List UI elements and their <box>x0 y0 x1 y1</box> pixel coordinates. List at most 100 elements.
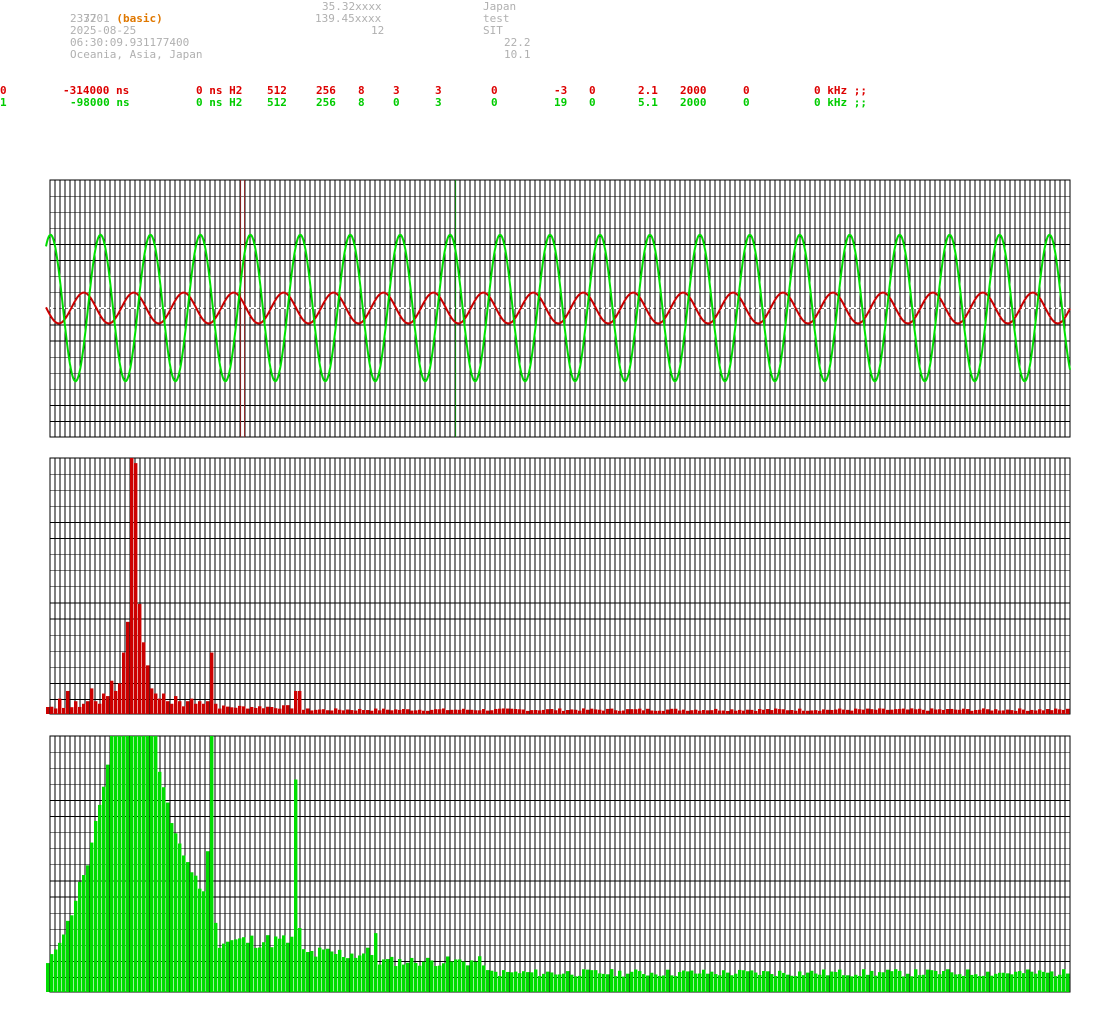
charts-canvas <box>45 179 1071 993</box>
spectrum-0-bar <box>646 708 650 714</box>
spectrum-0-bar <box>570 709 574 714</box>
spectrum-1-bar <box>910 976 914 992</box>
spectrum-1-bar <box>342 957 346 992</box>
spectrum-1-bar <box>566 971 570 992</box>
spectrum-0-bar <box>906 709 910 714</box>
spectrum-0-bar <box>330 710 334 714</box>
spectrum-1-bar <box>158 771 162 992</box>
spectrum-1-bar <box>990 975 994 992</box>
spectrum-1-bar <box>102 786 106 992</box>
spectrum-0-bar <box>50 706 54 714</box>
spectrum-0-bar <box>1050 710 1054 714</box>
spectrum-0-bar <box>690 710 694 714</box>
spectrum-0-bar <box>1054 708 1058 714</box>
spectrum-1-bar <box>798 971 802 992</box>
spectrum-1-bar <box>582 969 586 992</box>
spectrum-1-bar <box>430 960 434 992</box>
spectrum-1-bar <box>926 969 930 992</box>
spectrum-1-bar <box>62 934 66 992</box>
spectrum-0-bar <box>846 709 850 714</box>
spectrum-0-bar <box>214 703 218 714</box>
spectrum-0-bar <box>454 709 458 714</box>
spectrum-1-bar <box>554 974 558 992</box>
spectrum-1-bar <box>774 976 778 992</box>
spectrum-0-bar <box>162 693 166 714</box>
spectrum-1-bar <box>686 971 690 992</box>
spectrum-1-bar <box>646 975 650 992</box>
spectrum-0-bar <box>238 705 242 714</box>
spectrum-0-bar <box>410 710 414 714</box>
spectrum-0-bar <box>902 708 906 714</box>
spectrum-0-bar <box>674 708 678 714</box>
spectrum-0-bar <box>978 709 982 714</box>
spectrum-0-bar <box>270 707 274 714</box>
spectrum-1-bar <box>722 970 726 992</box>
spectrum-0-bar <box>226 706 230 714</box>
spectrum-1-bar <box>962 975 966 992</box>
spectrum-0-bar <box>998 710 1002 714</box>
spectrum-1-bar <box>298 928 302 992</box>
spectrum-0-bar <box>234 707 238 714</box>
spectrum-0-bar <box>342 710 346 714</box>
spectrum-0-bar <box>802 710 806 714</box>
spectrum-1-bar <box>558 974 562 992</box>
spectrum-1-bar <box>610 969 614 992</box>
spectrum-1-bar <box>378 964 382 992</box>
spectrum-0-bar <box>294 690 298 714</box>
spectrum-0-bar <box>450 709 454 714</box>
spectrum-0-bar <box>850 710 854 714</box>
spectrum-0-bar <box>806 710 810 714</box>
spectrum-0-bar <box>390 710 394 714</box>
spectrum-0-bar <box>210 652 214 714</box>
spectrum-1-bar <box>474 961 478 992</box>
spectrum-0-bar <box>194 703 198 714</box>
spectrum-1-bar <box>226 941 230 992</box>
spectrum-1-bar <box>826 975 830 992</box>
spectrum-0-bar <box>894 709 898 714</box>
spectrum-1-bar <box>978 976 982 992</box>
spectrum-1-bar <box>1018 971 1022 992</box>
spectrum-0-bar <box>326 710 330 714</box>
spectrum-1-bar <box>538 976 542 992</box>
spectrum-1-bar <box>710 971 714 992</box>
spectrum-1-bar <box>150 736 154 992</box>
spectrum-1-bar <box>138 736 142 992</box>
spectrum-1-bar <box>294 779 298 992</box>
spectrum-1-bar <box>74 900 78 992</box>
spectrum-1-bar <box>690 970 694 992</box>
spectrum-0-bar <box>778 709 782 714</box>
spectrum-0-bar <box>950 708 954 714</box>
spectrum-0-bar <box>910 708 914 714</box>
spectrum-0-bar <box>526 710 530 714</box>
spectrum-0-bar <box>1030 709 1034 714</box>
spectrum-1-bar <box>946 969 950 992</box>
spectrum-0-bar <box>190 698 194 714</box>
spectrum-1-bar <box>806 972 810 992</box>
spectrum-1-bar <box>618 970 622 992</box>
spectrum-1-bar <box>122 736 126 992</box>
spectrum-0-bar <box>878 708 882 714</box>
spectrum-1-bar <box>514 971 518 992</box>
spectrum-0-bar <box>610 708 614 714</box>
spectrum-1-bar <box>850 976 854 992</box>
spectrum-1-bar <box>274 936 278 992</box>
spectrum-1-bar <box>674 976 678 992</box>
spectrum-1-bar <box>1030 971 1034 992</box>
spectrum-0-bar <box>738 709 742 714</box>
spectrum-0-bar <box>546 709 550 714</box>
spectrum-1-bar <box>750 970 754 992</box>
spectrum-1-bar <box>874 975 878 992</box>
spectrum-1-bar <box>438 965 442 992</box>
spectrum-1-bar <box>670 975 674 992</box>
spectrum-0-bar <box>126 621 130 714</box>
spectrum-0-bar <box>422 710 426 714</box>
spectrum-1-bar <box>406 962 410 992</box>
spectrum-0-bar <box>626 709 630 714</box>
spectrum-0-bar <box>242 706 246 714</box>
spectrum-1-bar <box>918 975 922 992</box>
spectrum-0-bar <box>946 709 950 714</box>
spectrum-1-bar <box>898 970 902 992</box>
spectrum-1-bar <box>454 959 458 992</box>
spectrum-0-bar <box>686 710 690 714</box>
spectrum-1-bar <box>870 970 874 992</box>
